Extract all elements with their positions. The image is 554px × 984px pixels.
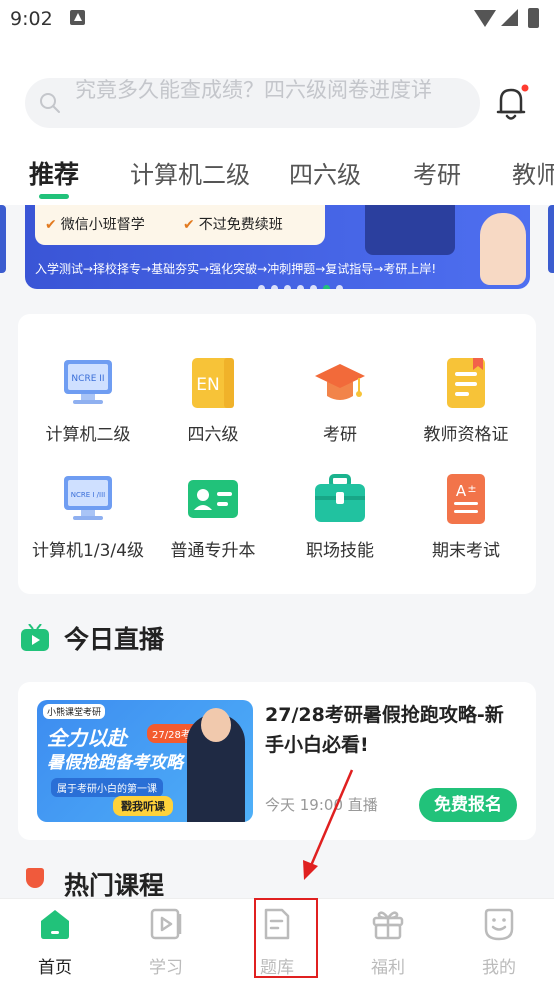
category-cet[interactable]: EN 四六级 bbox=[148, 344, 278, 454]
nav-study[interactable]: 学习 bbox=[111, 899, 221, 984]
live-course-time: 今天 19:00 直播 bbox=[265, 796, 378, 814]
next-section-title: 热门课程 bbox=[64, 871, 165, 900]
ncre-levels-monitor-icon: NCRE I /III bbox=[64, 476, 112, 520]
svg-text:NCRE I /III: NCRE I /III bbox=[71, 491, 105, 499]
banner-prev-peek bbox=[0, 205, 6, 273]
carousel-dot bbox=[284, 285, 291, 289]
nav-label: 福利 bbox=[371, 958, 405, 978]
tab-recommend[interactable]: 推荐 bbox=[29, 155, 79, 191]
category-workplace[interactable]: 职场技能 bbox=[275, 460, 405, 570]
home-icon bbox=[41, 910, 69, 939]
carousel-dot bbox=[258, 285, 265, 289]
smiley-profile-icon bbox=[484, 908, 514, 941]
banner-next-peek bbox=[548, 205, 554, 273]
briefcase-icon bbox=[315, 474, 365, 522]
category-label: 考研 bbox=[323, 425, 357, 445]
category-kaoyan[interactable]: 考研 bbox=[275, 344, 405, 454]
category-zhuanshengben[interactable]: 普通专升本 bbox=[148, 460, 278, 570]
category-final-exam[interactable]: A ± 期末考试 bbox=[401, 460, 531, 570]
exam-paper-icon: A ± bbox=[447, 474, 485, 524]
banner-feature-text: 不过免费续班 bbox=[198, 217, 283, 233]
search-input[interactable]: 究竟多久能查成绩？四六级阅卷进度详 bbox=[25, 78, 480, 128]
nav-label: 学习 bbox=[149, 958, 183, 978]
live-course-card[interactable]: 小熊课堂考研 全力以赴 27/28考研 暑假抢跑备考攻略 属于考研小白的第一课 … bbox=[18, 682, 536, 840]
banner-slide[interactable]: ✔ 微信小班督学 ✔ 不过免费续班 入学测试→择校择专→基础夯实→强化突破→冲刺押题… bbox=[25, 205, 530, 289]
live-course-title[interactable]: 27/28考研暑假抢跑攻略-新手小白必看! bbox=[265, 700, 521, 760]
category-label: 职场技能 bbox=[306, 541, 374, 561]
status-bar: 9:02 bbox=[0, 0, 554, 38]
nav-label: 首页 bbox=[38, 958, 72, 978]
tv-live-icon bbox=[21, 624, 49, 651]
banner-feature: ✔ 不过免费续班 bbox=[183, 214, 283, 234]
teacher-photo-head bbox=[201, 708, 231, 742]
gift-icon bbox=[372, 911, 404, 940]
svg-text:±: ± bbox=[467, 482, 476, 495]
banner-path-text: 入学测试→择校择专→基础夯实→强化突破→冲刺押题→复试指导→考研上岸! bbox=[35, 262, 437, 276]
next-section-header: 热门课程 bbox=[20, 862, 220, 902]
svg-text:NCRE II: NCRE II bbox=[71, 374, 104, 384]
graduation-cap-icon bbox=[315, 364, 365, 400]
category-tabs: 推荐 计算机二级 四六级 考研 教师 bbox=[0, 150, 554, 200]
annotation-highlight-box bbox=[254, 898, 318, 978]
category-teacher-cert[interactable]: 教师资格证 bbox=[401, 344, 531, 454]
cell-signal-icon bbox=[501, 9, 518, 26]
certificate-icon bbox=[447, 358, 485, 408]
thumbnail-tagline: 属于考研小白的第一课 bbox=[51, 778, 163, 797]
ncre-monitor-icon: NCRE II bbox=[64, 360, 112, 404]
category-label: 计算机二级 bbox=[45, 425, 131, 445]
fire-icon bbox=[26, 868, 44, 888]
banner-feature-text: 微信小班督学 bbox=[60, 217, 145, 233]
category-label: 期末考试 bbox=[432, 541, 500, 561]
carousel-dot-active bbox=[323, 285, 330, 289]
active-tab-indicator bbox=[39, 194, 69, 199]
status-time: 9:02 bbox=[10, 8, 53, 30]
banner-carousel: ✔ 微信小班督学 ✔ 不过免费续班 入学测试→择校择专→基础夯实→强化突破→冲刺押题… bbox=[0, 205, 554, 300]
nav-welfare[interactable]: 福利 bbox=[333, 899, 443, 984]
tab-cet[interactable]: 四六级 bbox=[289, 155, 361, 190]
nav-label: 我的 bbox=[482, 958, 516, 978]
category-computer-level2[interactable]: NCRE II 计算机二级 bbox=[23, 344, 153, 454]
category-label: 计算机1/3/4级 bbox=[32, 541, 144, 561]
live-section-title: 今日直播 bbox=[64, 625, 165, 654]
thumbnail-subheadline: 暑假抢跑备考攻略 bbox=[47, 753, 183, 773]
svg-text:A: A bbox=[456, 482, 467, 500]
banner-hand-image bbox=[480, 213, 526, 285]
category-label: 普通专升本 bbox=[170, 541, 256, 561]
carousel-dot bbox=[310, 285, 317, 289]
bell-icon[interactable] bbox=[495, 84, 529, 122]
tab-computer-level2[interactable]: 计算机二级 bbox=[130, 155, 250, 190]
banner-feature: ✔ 微信小班督学 bbox=[45, 214, 145, 234]
svg-text:EN: EN bbox=[196, 375, 219, 395]
tab-kaoyan[interactable]: 考研 bbox=[413, 155, 461, 190]
thumbnail-cta: 戳我听课 bbox=[113, 796, 173, 816]
carousel-dot bbox=[271, 285, 278, 289]
check-icon: ✔ bbox=[45, 217, 57, 233]
category-grid: NCRE II 计算机二级 EN 四六级 考研 教师资格证 NCRE I /II… bbox=[18, 314, 536, 594]
en-book-icon: EN bbox=[192, 358, 234, 408]
category-label: 四六级 bbox=[187, 425, 239, 445]
play-book-icon bbox=[150, 908, 182, 940]
search-icon bbox=[40, 93, 60, 113]
search-placeholder: 究竟多久能查成绩？四六级阅卷进度详 bbox=[75, 78, 432, 102]
nav-mine[interactable]: 我的 bbox=[444, 899, 554, 984]
wifi-icon bbox=[474, 10, 496, 27]
live-course-thumbnail[interactable]: 小熊课堂考研 全力以赴 27/28考研 暑假抢跑备考攻略 属于考研小白的第一课 … bbox=[37, 700, 253, 822]
thumbnail-brand: 小熊课堂考研 bbox=[43, 704, 106, 719]
carousel-dots bbox=[258, 277, 349, 289]
banner-feature-strip: ✔ 微信小班督学 ✔ 不过免费续班 bbox=[35, 205, 325, 245]
check-icon: ✔ bbox=[183, 217, 195, 233]
carousel-dot bbox=[297, 285, 304, 289]
banner-teachers-image bbox=[365, 205, 455, 255]
nav-home[interactable]: 首页 bbox=[0, 899, 110, 984]
id-card-icon bbox=[188, 480, 238, 518]
free-signup-button[interactable]: 免费报名 bbox=[419, 788, 517, 822]
carousel-dot bbox=[336, 285, 343, 289]
battery-icon bbox=[528, 8, 539, 28]
tab-teacher[interactable]: 教师 bbox=[512, 155, 554, 190]
category-computer-levels[interactable]: NCRE I /III 计算机1/3/4级 bbox=[23, 460, 153, 570]
thumbnail-headline: 全力以赴 bbox=[47, 726, 127, 750]
category-label: 教师资格证 bbox=[423, 425, 509, 445]
notification-app-icon bbox=[70, 10, 85, 25]
